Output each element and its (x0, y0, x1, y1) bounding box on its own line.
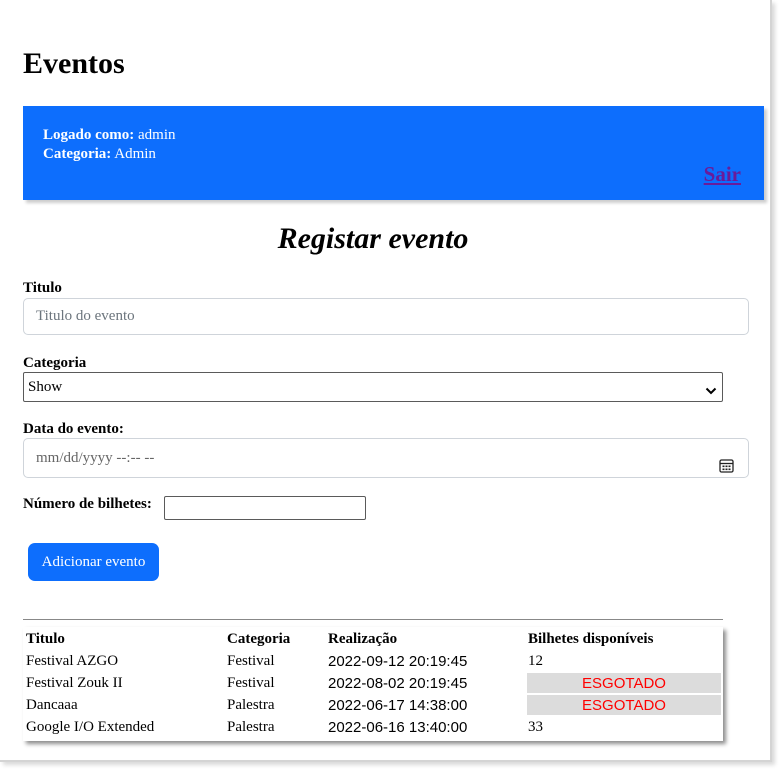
cell-titulo: Dancaaa (26, 696, 78, 713)
data-input[interactable]: mm/dd/yyyy --:-- -- (23, 438, 749, 478)
events-table: Titulo Categoria Realização Bilhetes dis… (23, 627, 723, 739)
table-header-row: Titulo Categoria Realização Bilhetes dis… (25, 629, 721, 649)
titulo-label: Titulo (23, 280, 62, 296)
categoria-label: Categoria (23, 355, 87, 371)
category-label: Categoria: (43, 146, 112, 162)
titulo-input[interactable] (23, 298, 749, 335)
session-banner: Logado como: admin Categoria: Admin Sair (23, 106, 764, 200)
bilhetes-input[interactable] (164, 496, 366, 520)
categoria-selected-value: Show (28, 379, 63, 395)
events-table-container: Titulo Categoria Realização Bilhetes dis… (23, 627, 723, 741)
table-row: Dancaaa Palestra 2022-06-17 14:38:00 ESG… (25, 695, 721, 715)
cell-titulo: Festival Zouk II (26, 674, 123, 691)
cell-categoria: Festival (227, 652, 275, 669)
cell-bilhetes: 12 (528, 652, 543, 669)
calendar-icon[interactable] (719, 450, 734, 488)
cell-categoria: Palestra (227, 718, 275, 735)
logout-link[interactable]: Sair (704, 162, 741, 187)
header-categoria: Categoria (227, 630, 291, 647)
add-event-button[interactable]: Adicionar evento (28, 543, 159, 581)
header-realizacao: Realização (328, 630, 398, 647)
cell-bilhetes-soldout: ESGOTADO (527, 673, 721, 693)
cell-bilhetes-soldout: ESGOTADO (527, 695, 721, 715)
cell-titulo: Festival AZGO (26, 652, 119, 669)
table-row: Festival Zouk II Festival 2022-08-02 20:… (25, 673, 721, 693)
cell-realizacao: 2022-08-02 20:19:45 (328, 674, 468, 692)
table-row: Festival AZGO Festival 2022-09-12 20:19:… (25, 651, 721, 671)
header-titulo: Titulo (26, 630, 65, 647)
form-title: Registar evento (277, 222, 469, 255)
table-row: Google I/O Extended Palestra 2022-06-16 … (25, 717, 721, 737)
cell-realizacao: 2022-09-12 20:19:45 (328, 652, 468, 670)
cell-titulo: Google I/O Extended (26, 718, 155, 735)
cell-categoria: Festival (227, 674, 275, 691)
username: admin (138, 127, 176, 143)
cell-bilhetes: 33 (528, 718, 543, 735)
divider (23, 619, 723, 620)
cell-realizacao: 2022-06-16 13:40:00 (328, 718, 468, 736)
data-placeholder: mm/dd/yyyy --:-- -- (36, 450, 155, 466)
cell-realizacao: 2022-06-17 14:38:00 (328, 696, 468, 714)
logged-as-label: Logado como: (43, 127, 135, 143)
cell-categoria: Palestra (227, 696, 275, 713)
session-info: Logado como: admin Categoria: Admin (43, 126, 176, 164)
data-label: Data do evento: (23, 421, 124, 437)
user-category: Admin (114, 146, 156, 162)
header-bilhetes: Bilhetes disponíveis (528, 630, 654, 647)
page-title: Eventos (23, 47, 125, 80)
chevron-down-icon (705, 380, 717, 408)
categoria-select[interactable]: Show (23, 372, 723, 402)
bilhetes-label: Número de bilhetes: (23, 496, 152, 512)
